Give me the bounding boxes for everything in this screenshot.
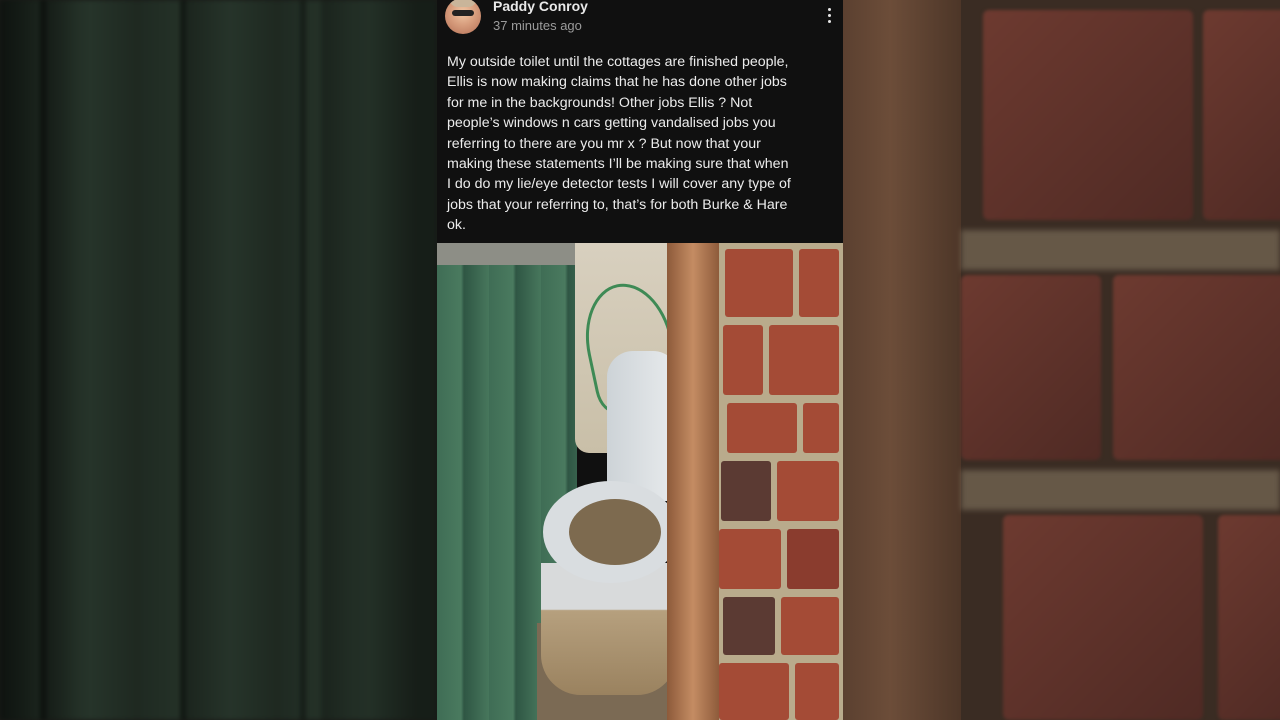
post-timestamp: 37 minutes ago xyxy=(493,18,582,33)
background-right-blur xyxy=(843,0,1280,720)
post-header: Paddy Conroy 37 minutes ago xyxy=(437,0,843,44)
post-card: Paddy Conroy 37 minutes ago My outside t… xyxy=(437,0,843,720)
author-name[interactable]: Paddy Conroy xyxy=(493,0,588,14)
brick-wall xyxy=(719,243,843,720)
post-photo[interactable] xyxy=(437,243,843,720)
avatar[interactable] xyxy=(445,0,481,34)
wooden-post xyxy=(843,0,961,720)
background-left-blur xyxy=(0,0,437,720)
post-body-text: My outside toilet until the cottages are… xyxy=(447,54,791,234)
wooden-beam xyxy=(667,243,719,720)
more-vertical-icon[interactable] xyxy=(823,8,835,26)
